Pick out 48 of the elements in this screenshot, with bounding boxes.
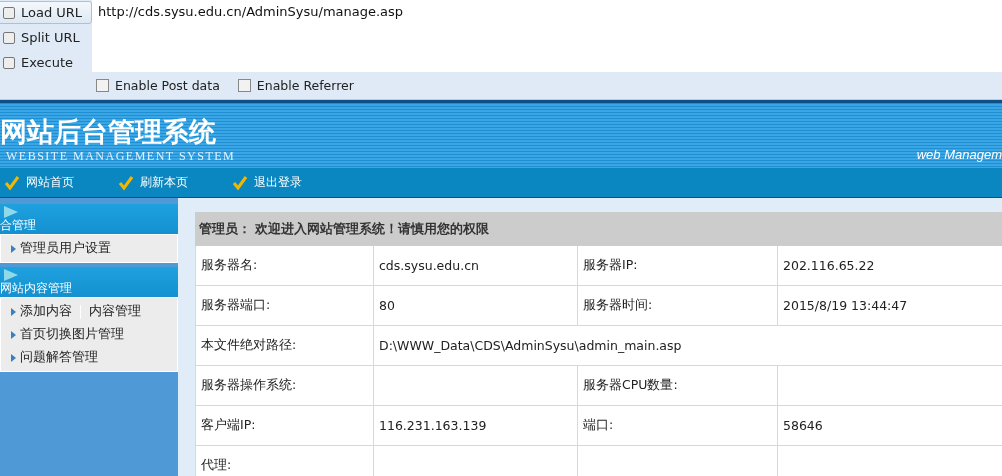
tagline: web Managem <box>916 147 1002 164</box>
site-title: 网站后台管理系统 <box>0 115 217 149</box>
table-cell: 80 <box>373 286 577 326</box>
table-cell: 客户端IP: <box>195 406 373 446</box>
table-cell: 服务器操作系统: <box>195 366 373 406</box>
bullet-icon <box>11 244 16 253</box>
table-cell: 116.231.163.139 <box>373 406 577 446</box>
table-cell: cds.sysu.edu.cn <box>373 246 577 286</box>
menu-link[interactable]: 内容管理 <box>89 303 141 320</box>
toolbar-button[interactable]: Split URL <box>0 26 92 49</box>
checkmark-icon <box>232 174 248 191</box>
table-cell: 2015/8/19 13:44:47 <box>777 286 1002 326</box>
toolbar-button[interactable]: Load URL <box>0 1 92 24</box>
table-cell: D:\WWW_Data\CDS\AdminSysu\admin_main.asp <box>373 326 1002 366</box>
triangle-icon <box>4 206 18 218</box>
toolbar-icon <box>3 56 15 69</box>
bullet-icon <box>11 307 16 316</box>
menu-link[interactable]: 问题解答管理 <box>20 349 98 366</box>
table-cell: 端口: <box>577 406 777 446</box>
nav-link[interactable]: 网站首页 <box>26 174 74 191</box>
checkbox[interactable] <box>96 79 109 92</box>
url-field[interactable]: http://cds.sysu.edu.cn/AdminSysu/manage.asp <box>92 0 1002 72</box>
table-cell: 本文件绝对路径: <box>195 326 373 366</box>
bullet-icon <box>11 330 16 339</box>
toolbar-icon <box>3 31 15 44</box>
toolbar-button[interactable]: Execute <box>0 51 92 74</box>
table-cell: 202.116.65.22 <box>777 246 1002 286</box>
table-cell: 服务器CPU数量: <box>577 366 777 406</box>
triangle-icon <box>4 269 18 281</box>
nav-link[interactable]: 退出登录 <box>254 174 302 191</box>
table-cell: 服务器端口: <box>195 286 373 326</box>
checkbox-label: Enable Post data <box>115 78 220 93</box>
table-cell: 服务器时间: <box>577 286 777 326</box>
menu-link[interactable]: 添加内容 <box>20 303 72 320</box>
site-subtitle: WEBSITE MANAGEMENT SYSTEM <box>6 149 236 164</box>
checkbox-label: Enable Referrer <box>256 78 354 93</box>
table-cell: 58646 <box>777 406 1002 446</box>
table-cell: 服务器名: <box>195 246 373 286</box>
checkbox[interactable] <box>237 79 251 92</box>
table-cell: 服务器IP: <box>577 246 777 286</box>
table-cell: 代理: <box>195 446 373 476</box>
bullet-icon <box>11 353 16 362</box>
table-heading: 管理员： 欢迎进入网站管理系统！请慎用您的权限 <box>195 212 1002 246</box>
checkmark-icon <box>4 174 20 191</box>
toolbar-icon <box>3 6 15 19</box>
menu-link[interactable]: 首页切换图片管理 <box>20 326 124 343</box>
nav-link[interactable]: 刷新本页 <box>140 174 188 191</box>
checkmark-icon <box>118 174 134 191</box>
